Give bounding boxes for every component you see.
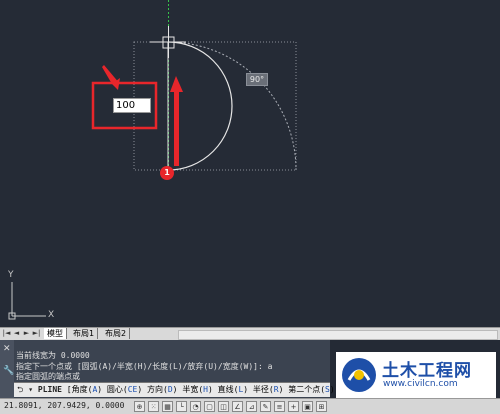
command-option-key: A	[92, 385, 98, 394]
cursor-coordinates: 21.8091, 207.9429, 0.0000	[4, 401, 125, 410]
next-tab-button[interactable]: ►	[22, 329, 31, 338]
3d-osnap-button[interactable]: ◫	[218, 401, 229, 412]
ucs-icon	[8, 282, 46, 320]
drawing-canvas[interactable]: 100 90° 1 Y X	[0, 0, 500, 327]
command-option-key: R	[273, 385, 279, 394]
selection-cycling-button[interactable]: ⊞	[316, 401, 327, 412]
command-option-key: S	[325, 385, 330, 394]
angle-tooltip: 90°	[246, 73, 268, 86]
command-window: ✕ 🔧 当前线宽为 0.0000 指定下一个点或 [圆弧(A)/半宽(H)/长度…	[0, 340, 335, 398]
watermark-logo: 土木工程网 www.civilcn.com	[336, 352, 496, 398]
layout-tab-bar: |◄ ◄ ► ►| 模型 布局1 布局2	[0, 327, 500, 340]
command-option-s[interactable]: 第二个点(S)	[283, 385, 334, 394]
dynamic-ucs-button[interactable]: ⊿	[246, 401, 257, 412]
ucs-y-label: Y	[8, 270, 14, 280]
tracking-box	[133, 41, 297, 171]
command-input[interactable]: ⮌ ▾ PLINE [角度(A) 圆心(CE) 方向(D) 半宽(H) 直线(L…	[14, 382, 335, 397]
dynamic-input-field[interactable]: 100	[113, 98, 151, 113]
grid-display-button[interactable]: ▦	[162, 401, 173, 412]
command-window-handle[interactable]: ✕ 🔧	[0, 340, 14, 398]
tab-model[interactable]: 模型	[44, 328, 67, 339]
annotation-arrow-up-icon	[170, 76, 183, 166]
close-icon[interactable]: ✕	[3, 344, 11, 354]
command-option-key: L	[238, 385, 244, 394]
polar-tracking-button[interactable]: ◔	[190, 401, 201, 412]
crosshair-cursor-icon	[150, 26, 186, 58]
command-option-key: D	[167, 385, 173, 394]
tab-layout1[interactable]: 布局1	[70, 328, 99, 339]
transparency-button[interactable]: +	[288, 401, 299, 412]
ucs-x-label: X	[48, 310, 55, 320]
command-option-h[interactable]: 半宽(H)	[178, 385, 212, 394]
lineweight-button[interactable]: ≡	[274, 401, 285, 412]
command-options: [角度(A) 圆心(CE) 方向(D) 半宽(H) 直线(L) 半径(R) 第二…	[67, 385, 335, 394]
command-option-key: CE	[127, 385, 138, 394]
command-name: PLINE	[37, 385, 62, 394]
step-badge: 1	[160, 166, 174, 180]
command-history-line: 指定圆弧的端点或	[16, 372, 80, 381]
canvas-graphics	[8, 0, 297, 320]
wrench-icon[interactable]: 🔧	[3, 366, 14, 376]
status-bar: 21.8091, 207.9429, 0.0000 ⊕ ⁙ ▦ └ ◔ ▢ ◫ …	[0, 398, 500, 414]
command-option-r[interactable]: 半径(R)	[248, 385, 283, 394]
tab-layout2[interactable]: 布局2	[102, 328, 131, 339]
civilcn-logo-icon	[342, 358, 376, 392]
watermark-title: 土木工程网	[382, 361, 472, 381]
object-snap-tracking-button[interactable]: ∠	[232, 401, 243, 412]
last-tab-button[interactable]: ►|	[32, 329, 41, 338]
command-option-d[interactable]: 方向(D)	[142, 385, 177, 394]
snap-mode-button[interactable]: ⁙	[148, 401, 159, 412]
command-arrow-icon: ⮌ ▾	[17, 385, 34, 394]
dynamic-input-button[interactable]: ✎	[260, 401, 271, 412]
command-option-ce[interactable]: 圆心(CE)	[102, 385, 142, 394]
command-prompt: ⮌ ▾ PLINE [角度(A) 圆心(CE) 方向(D) 半宽(H) 直线(L…	[17, 384, 335, 398]
quick-properties-button[interactable]: ▣	[302, 401, 313, 412]
ortho-mode-button[interactable]: └	[176, 401, 187, 412]
watermark-url: www.civilcn.com	[383, 379, 458, 389]
command-history-line: 当前线宽为 0.0000	[16, 351, 90, 360]
first-tab-button[interactable]: |◄	[2, 329, 11, 338]
prev-tab-button[interactable]: ◄	[12, 329, 21, 338]
object-snap-button[interactable]: ▢	[204, 401, 215, 412]
command-option-l[interactable]: 直线(L)	[213, 385, 248, 394]
command-option-a[interactable]: [角度(A)	[67, 385, 102, 394]
infer-constraints-button[interactable]: ⊕	[134, 401, 145, 412]
horizontal-scrollbar[interactable]	[178, 330, 498, 340]
command-option-key: H	[203, 385, 208, 394]
